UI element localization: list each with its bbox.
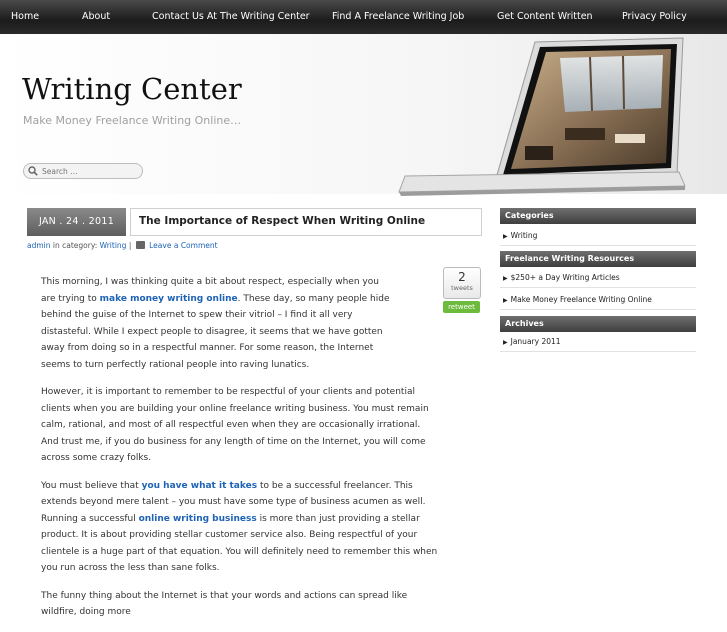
paragraph-4: The funny thing about the Internet is th…	[41, 590, 408, 618]
sidebar-item-label: Writing	[510, 231, 538, 240]
sidebar-item-january-2011[interactable]: ▶ January 2011	[503, 337, 561, 346]
widget-resources-title: Freelance Writing Resources	[500, 251, 696, 267]
retweet-button[interactable]: retweet	[443, 301, 480, 313]
post-date: JAN . 24 . 2011	[27, 208, 126, 236]
arrow-right-icon: ▶	[503, 233, 508, 240]
top-nav: Home About Contact Us At The Writing Cen…	[0, 0, 727, 35]
divider	[500, 287, 696, 288]
post-category-label: in category:	[52, 241, 98, 250]
paragraph-1: This morning, I was thinking quite a bit…	[41, 274, 439, 373]
post-body: This morning, I was thinking quite a bit…	[41, 274, 439, 632]
post-title[interactable]: The Importance of Respect When Writing O…	[139, 215, 425, 227]
widget-categories-title: Categories	[500, 208, 696, 224]
search-icon	[28, 166, 38, 176]
post-author-link[interactable]: admin	[27, 241, 51, 250]
divider	[500, 309, 696, 310]
sidebar-item-label: Make Money Freelance Writing Online	[510, 295, 652, 304]
tweet-counter[interactable]: 2 tweets	[443, 267, 481, 299]
tweet-label: tweets	[451, 284, 473, 292]
paragraph-3: You must believe that you have what it t…	[41, 478, 439, 577]
search-input[interactable]	[42, 165, 137, 177]
leave-comment-link[interactable]: Leave a Comment	[149, 241, 217, 250]
sidebar-item-writing[interactable]: ▶ Writing	[503, 231, 537, 240]
divider	[500, 351, 696, 352]
arrow-right-icon: ▶	[503, 297, 508, 304]
divider	[500, 245, 696, 246]
paragraph-text: . These day, so many people hide behind …	[41, 293, 390, 370]
sidebar-item-label: January 2011	[510, 337, 561, 346]
post-title-box: The Importance of Respect When Writing O…	[130, 208, 482, 236]
you-have-what-it-takes-link[interactable]: you have what it takes	[142, 481, 258, 491]
online-writing-business-link[interactable]: online writing business	[139, 514, 257, 524]
site-tagline: Make Money Freelance Writing Online…	[23, 114, 242, 127]
meta-separator: |	[128, 241, 132, 250]
arrow-right-icon: ▶	[503, 339, 508, 346]
arrow-right-icon: ▶	[503, 275, 508, 282]
nav-home[interactable]: Home	[11, 11, 39, 22]
tweet-count: 2	[458, 270, 466, 284]
post-meta: admin in category: Writing | Leave a Com…	[27, 241, 218, 250]
nav-about[interactable]: About	[82, 11, 110, 22]
post-category-link[interactable]: Writing	[100, 241, 127, 250]
make-money-writing-online-link[interactable]: make money writing online	[100, 294, 238, 304]
comment-icon	[135, 241, 145, 249]
nav-get-content[interactable]: Get Content Written	[497, 11, 593, 22]
sidebar-item-label: $250+ a Day Writing Articles	[510, 273, 620, 282]
sidebar-item-250-day[interactable]: ▶ $250+ a Day Writing Articles	[503, 273, 620, 282]
paragraph-text: You must believe that	[41, 480, 142, 491]
laptop-image	[398, 37, 686, 196]
paragraph-2: However, it is important to remember to …	[41, 387, 429, 463]
search-box[interactable]	[23, 163, 143, 179]
nav-find-job[interactable]: Find A Freelance Writing Job	[332, 11, 464, 22]
site-title[interactable]: Writing Center	[22, 72, 242, 106]
widget-archives-title: Archives	[500, 316, 696, 332]
nav-privacy[interactable]: Privacy Policy	[622, 11, 687, 22]
nav-contact[interactable]: Contact Us At The Writing Center	[152, 11, 310, 22]
sidebar-item-make-money[interactable]: ▶ Make Money Freelance Writing Online	[503, 295, 652, 304]
